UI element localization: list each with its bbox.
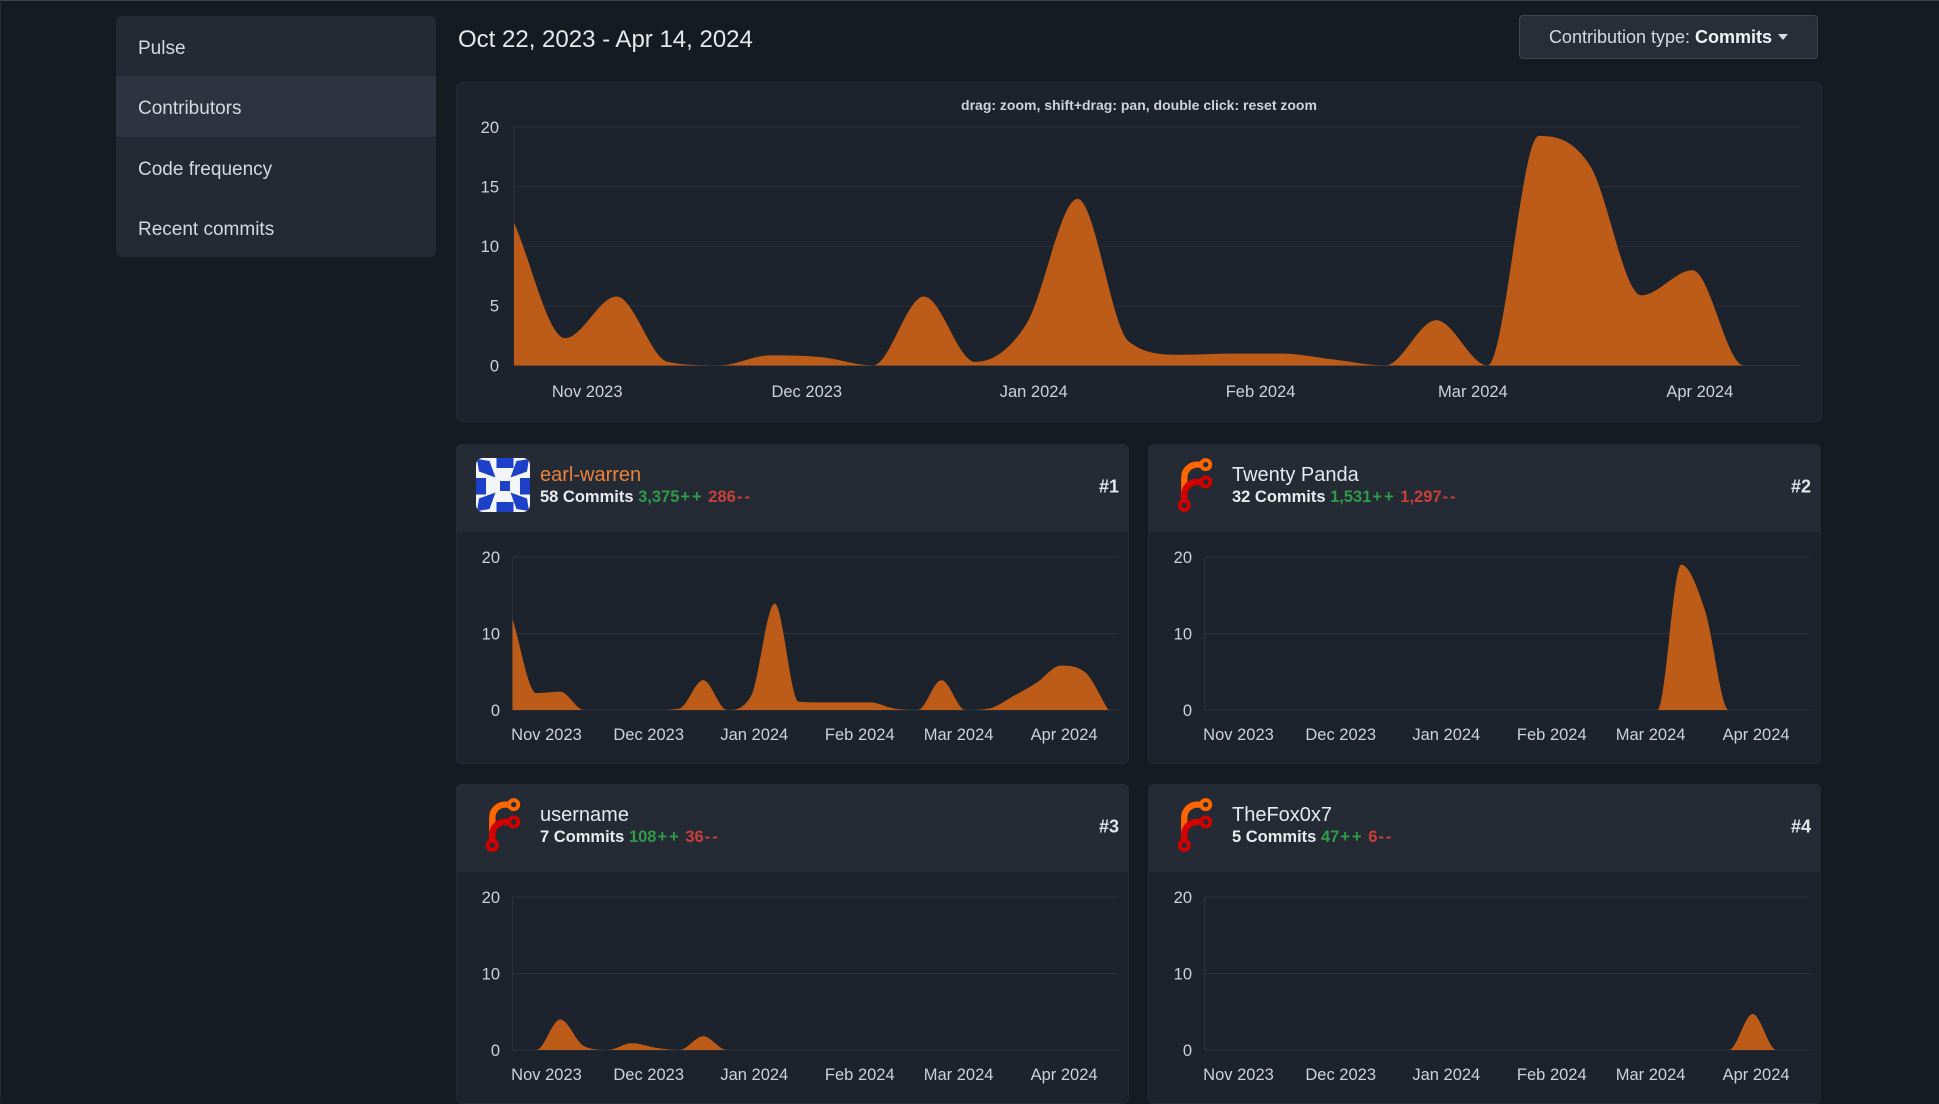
svg-text:drag: zoom, shift+drag: pan, d: drag: zoom, shift+drag: pan, double clic…: [961, 97, 1317, 113]
svg-text:20: 20: [481, 119, 499, 137]
svg-text:Jan 2024: Jan 2024: [720, 1066, 788, 1084]
svg-text:10: 10: [1174, 965, 1192, 983]
svg-text:0: 0: [490, 357, 499, 375]
svg-text:Dec 2023: Dec 2023: [771, 383, 842, 401]
svg-text:Jan 2024: Jan 2024: [1412, 1066, 1480, 1084]
svg-text:Feb 2024: Feb 2024: [1517, 1066, 1587, 1084]
svg-text:Dec 2023: Dec 2023: [1305, 726, 1376, 744]
svg-text:Mar 2024: Mar 2024: [1616, 726, 1686, 744]
svg-text:Mar 2024: Mar 2024: [924, 726, 994, 744]
svg-text:Nov 2023: Nov 2023: [511, 726, 582, 744]
svg-text:10: 10: [481, 238, 499, 256]
svg-text:20: 20: [1174, 889, 1192, 907]
svg-text:Dec 2023: Dec 2023: [613, 726, 684, 744]
svg-text:Nov 2023: Nov 2023: [1203, 726, 1274, 744]
svg-text:20: 20: [1174, 549, 1192, 567]
svg-text:Apr 2024: Apr 2024: [1723, 726, 1790, 744]
svg-text:Mar 2024: Mar 2024: [924, 1066, 994, 1084]
svg-text:Jan 2024: Jan 2024: [1000, 383, 1068, 401]
svg-text:5: 5: [490, 298, 499, 316]
svg-text:Apr 2024: Apr 2024: [1031, 726, 1098, 744]
svg-text:Feb 2024: Feb 2024: [825, 726, 895, 744]
svg-text:10: 10: [482, 965, 500, 983]
svg-text:20: 20: [482, 549, 500, 567]
svg-text:Nov 2023: Nov 2023: [511, 1066, 582, 1084]
svg-text:10: 10: [482, 625, 500, 643]
svg-text:Apr 2024: Apr 2024: [1031, 1066, 1098, 1084]
svg-text:Mar 2024: Mar 2024: [1438, 383, 1508, 401]
svg-text:15: 15: [481, 178, 499, 196]
svg-text:Apr 2024: Apr 2024: [1723, 1066, 1790, 1084]
svg-text:Jan 2024: Jan 2024: [720, 726, 788, 744]
svg-text:Feb 2024: Feb 2024: [825, 1066, 895, 1084]
svg-text:Jan 2024: Jan 2024: [1412, 726, 1480, 744]
svg-text:Feb 2024: Feb 2024: [1517, 726, 1587, 744]
svg-text:10: 10: [1174, 625, 1192, 643]
svg-text:Nov 2023: Nov 2023: [552, 383, 623, 401]
svg-text:Apr 2024: Apr 2024: [1666, 383, 1733, 401]
svg-text:0: 0: [491, 1042, 500, 1060]
svg-text:Dec 2023: Dec 2023: [1305, 1066, 1376, 1084]
svg-text:Feb 2024: Feb 2024: [1226, 383, 1296, 401]
svg-text:Nov 2023: Nov 2023: [1203, 1066, 1274, 1084]
svg-text:0: 0: [491, 702, 500, 720]
svg-text:0: 0: [1183, 1042, 1192, 1060]
svg-text:0: 0: [1183, 702, 1192, 720]
svg-text:20: 20: [482, 889, 500, 907]
svg-text:Dec 2023: Dec 2023: [613, 1066, 684, 1084]
svg-text:Mar 2024: Mar 2024: [1616, 1066, 1686, 1084]
